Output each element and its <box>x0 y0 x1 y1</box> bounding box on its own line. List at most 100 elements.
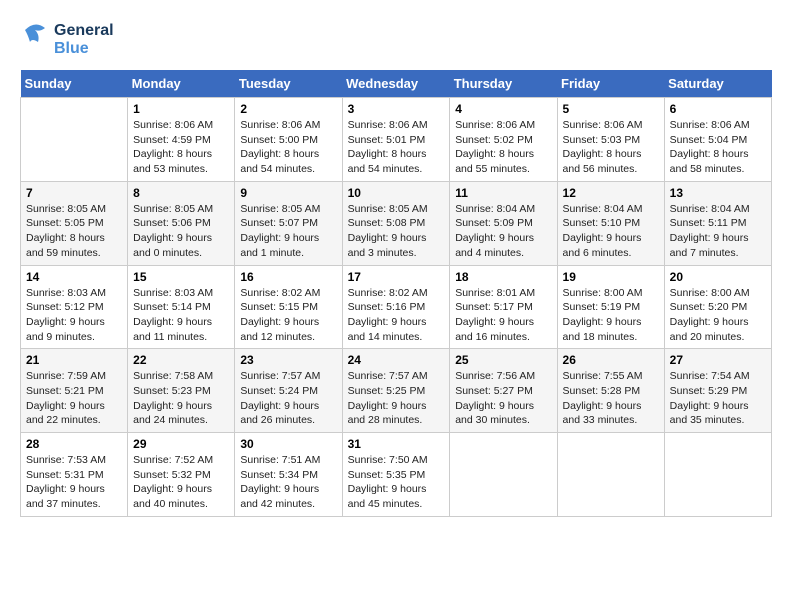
day-info: Sunrise: 8:00 AM Sunset: 5:19 PM Dayligh… <box>563 286 659 345</box>
calendar-cell <box>21 98 128 182</box>
calendar-cell: 15Sunrise: 8:03 AM Sunset: 5:14 PM Dayli… <box>128 265 235 349</box>
calendar-cell: 20 Sunrise: 8:00 AM Sunset: 5:20 PM Dayli… <box>664 265 771 349</box>
day-info: Sunrise: 8:01 AM Sunset: 5:17 PM Dayligh… <box>455 286 551 345</box>
calendar-cell: 25 Sunrise: 7:56 AM Sunset: 5:27 PM Dayli… <box>450 349 557 433</box>
weekday-header-tuesday: Tuesday <box>235 70 342 98</box>
logo: GeneralBlue <box>20 20 114 60</box>
logo: GeneralBlue <box>20 20 114 60</box>
day-number: 23 <box>240 353 336 367</box>
calendar-cell: 31 Sunrise: 7:50 AM Sunset: 5:35 PM Dayli… <box>342 433 450 517</box>
calendar-cell: 2 Sunrise: 8:06 AM Sunset: 5:00 PM Daylig… <box>235 98 342 182</box>
day-info: Sunrise: 8:04 AM Sunset: 5:10 PM Dayligh… <box>563 202 659 261</box>
calendar-cell <box>664 433 771 517</box>
calendar-cell: 12 Sunrise: 8:04 AM Sunset: 5:10 PM Dayli… <box>557 181 664 265</box>
day-number: 8 <box>133 186 229 200</box>
calendar-cell <box>557 433 664 517</box>
day-info: Sunrise: 7:52 AM Sunset: 5:32 PM Dayligh… <box>133 453 229 512</box>
day-number: 11 <box>455 186 551 200</box>
calendar-body: 1 Sunrise: 8:06 AM Sunset: 4:59 PM Daylig… <box>21 98 772 517</box>
day-number: 7 <box>26 186 122 200</box>
day-info: Sunrise: 7:57 AM Sunset: 5:25 PM Dayligh… <box>348 369 445 428</box>
day-info: Sunrise: 8:03 AM Sunset: 5:12 PM Dayligh… <box>26 286 122 345</box>
day-number: 20 <box>670 270 766 284</box>
weekday-header-row: SundayMondayTuesdayWednesdayThursdayFrid… <box>21 70 772 98</box>
weekday-header-sunday: Sunday <box>21 70 128 98</box>
day-number: 24 <box>348 353 445 367</box>
weekday-header-saturday: Saturday <box>664 70 771 98</box>
day-info: Sunrise: 7:53 AM Sunset: 5:31 PM Dayligh… <box>26 453 122 512</box>
calendar-cell: 26 Sunrise: 7:55 AM Sunset: 5:28 PM Dayli… <box>557 349 664 433</box>
day-number: 28 <box>26 437 122 451</box>
day-info: Sunrise: 8:05 AM Sunset: 5:05 PM Dayligh… <box>26 202 122 261</box>
day-number: 26 <box>563 353 659 367</box>
weekday-header-monday: Monday <box>128 70 235 98</box>
day-info: Sunrise: 7:55 AM Sunset: 5:28 PM Dayligh… <box>563 369 659 428</box>
day-info: Sunrise: 8:06 AM Sunset: 5:03 PM Dayligh… <box>563 118 659 177</box>
day-info: Sunrise: 8:06 AM Sunset: 5:01 PM Dayligh… <box>348 118 445 177</box>
day-info: Sunrise: 7:51 AM Sunset: 5:34 PM Dayligh… <box>240 453 336 512</box>
day-number: 22 <box>133 353 229 367</box>
calendar-cell: 17 Sunrise: 8:02 AM Sunset: 5:16 PM Dayli… <box>342 265 450 349</box>
calendar-cell: 10 Sunrise: 8:05 AM Sunset: 5:08 PM Dayli… <box>342 181 450 265</box>
day-number: 9 <box>240 186 336 200</box>
day-number: 4 <box>455 102 551 116</box>
calendar-cell: 22 Sunrise: 7:58 AM Sunset: 5:23 PM Dayli… <box>128 349 235 433</box>
calendar-cell: 24 Sunrise: 7:57 AM Sunset: 5:25 PM Dayli… <box>342 349 450 433</box>
weekday-header-wednesday: Wednesday <box>342 70 450 98</box>
day-number: 14 <box>26 270 122 284</box>
day-info: Sunrise: 8:06 AM Sunset: 4:59 PM Dayligh… <box>133 118 229 177</box>
calendar-week-row: 1 Sunrise: 8:06 AM Sunset: 4:59 PM Daylig… <box>21 98 772 182</box>
calendar-cell <box>450 433 557 517</box>
calendar-cell: 6Sunrise: 8:06 AM Sunset: 5:04 PM Daylig… <box>664 98 771 182</box>
calendar-cell: 9 Sunrise: 8:05 AM Sunset: 5:07 PM Daylig… <box>235 181 342 265</box>
day-number: 25 <box>455 353 551 367</box>
calendar-cell: 5 Sunrise: 8:06 AM Sunset: 5:03 PM Daylig… <box>557 98 664 182</box>
weekday-header-thursday: Thursday <box>450 70 557 98</box>
day-number: 6 <box>670 102 766 116</box>
day-number: 13 <box>670 186 766 200</box>
calendar-cell: 3Sunrise: 8:06 AM Sunset: 5:01 PM Daylig… <box>342 98 450 182</box>
calendar-week-row: 28 Sunrise: 7:53 AM Sunset: 5:31 PM Dayli… <box>21 433 772 517</box>
day-number: 12 <box>563 186 659 200</box>
calendar-cell: 7 Sunrise: 8:05 AM Sunset: 5:05 PM Daylig… <box>21 181 128 265</box>
day-info: Sunrise: 7:50 AM Sunset: 5:35 PM Dayligh… <box>348 453 445 512</box>
calendar-cell: 30 Sunrise: 7:51 AM Sunset: 5:34 PM Dayli… <box>235 433 342 517</box>
calendar-cell: 1 Sunrise: 8:06 AM Sunset: 4:59 PM Daylig… <box>128 98 235 182</box>
day-info: Sunrise: 7:56 AM Sunset: 5:27 PM Dayligh… <box>455 369 551 428</box>
day-number: 19 <box>563 270 659 284</box>
day-number: 5 <box>563 102 659 116</box>
day-number: 27 <box>670 353 766 367</box>
day-number: 17 <box>348 270 445 284</box>
calendar-cell: 14 Sunrise: 8:03 AM Sunset: 5:12 PM Dayli… <box>21 265 128 349</box>
calendar-week-row: 7 Sunrise: 8:05 AM Sunset: 5:05 PM Daylig… <box>21 181 772 265</box>
day-number: 18 <box>455 270 551 284</box>
day-number: 2 <box>240 102 336 116</box>
day-info: Sunrise: 7:58 AM Sunset: 5:23 PM Dayligh… <box>133 369 229 428</box>
day-info: Sunrise: 8:04 AM Sunset: 5:11 PM Dayligh… <box>670 202 766 261</box>
day-number: 10 <box>348 186 445 200</box>
day-info: Sunrise: 8:00 AM Sunset: 5:20 PM Dayligh… <box>670 286 766 345</box>
calendar-cell: 23Sunrise: 7:57 AM Sunset: 5:24 PM Dayli… <box>235 349 342 433</box>
calendar-cell: 8Sunrise: 8:05 AM Sunset: 5:06 PM Daylig… <box>128 181 235 265</box>
weekday-header-friday: Friday <box>557 70 664 98</box>
calendar-cell: 13 Sunrise: 8:04 AM Sunset: 5:11 PM Dayli… <box>664 181 771 265</box>
day-info: Sunrise: 8:02 AM Sunset: 5:16 PM Dayligh… <box>348 286 445 345</box>
logo-text: GeneralBlue <box>54 22 114 57</box>
day-number: 1 <box>133 102 229 116</box>
calendar-cell: 4 Sunrise: 8:06 AM Sunset: 5:02 PM Daylig… <box>450 98 557 182</box>
day-number: 21 <box>26 353 122 367</box>
day-info: Sunrise: 8:05 AM Sunset: 5:07 PM Dayligh… <box>240 202 336 261</box>
day-info: Sunrise: 7:59 AM Sunset: 5:21 PM Dayligh… <box>26 369 122 428</box>
day-number: 29 <box>133 437 229 451</box>
day-number: 30 <box>240 437 336 451</box>
day-info: Sunrise: 8:06 AM Sunset: 5:02 PM Dayligh… <box>455 118 551 177</box>
calendar-cell: 11 Sunrise: 8:04 AM Sunset: 5:09 PM Dayli… <box>450 181 557 265</box>
day-info: Sunrise: 8:03 AM Sunset: 5:14 PM Dayligh… <box>133 286 229 345</box>
calendar-table: SundayMondayTuesdayWednesdayThursdayFrid… <box>20 70 772 517</box>
day-info: Sunrise: 8:06 AM Sunset: 5:00 PM Dayligh… <box>240 118 336 177</box>
day-number: 16 <box>240 270 336 284</box>
day-info: Sunrise: 8:04 AM Sunset: 5:09 PM Dayligh… <box>455 202 551 261</box>
day-number: 31 <box>348 437 445 451</box>
calendar-week-row: 21 Sunrise: 7:59 AM Sunset: 5:21 PM Dayli… <box>21 349 772 433</box>
day-info: Sunrise: 8:05 AM Sunset: 5:08 PM Dayligh… <box>348 202 445 261</box>
